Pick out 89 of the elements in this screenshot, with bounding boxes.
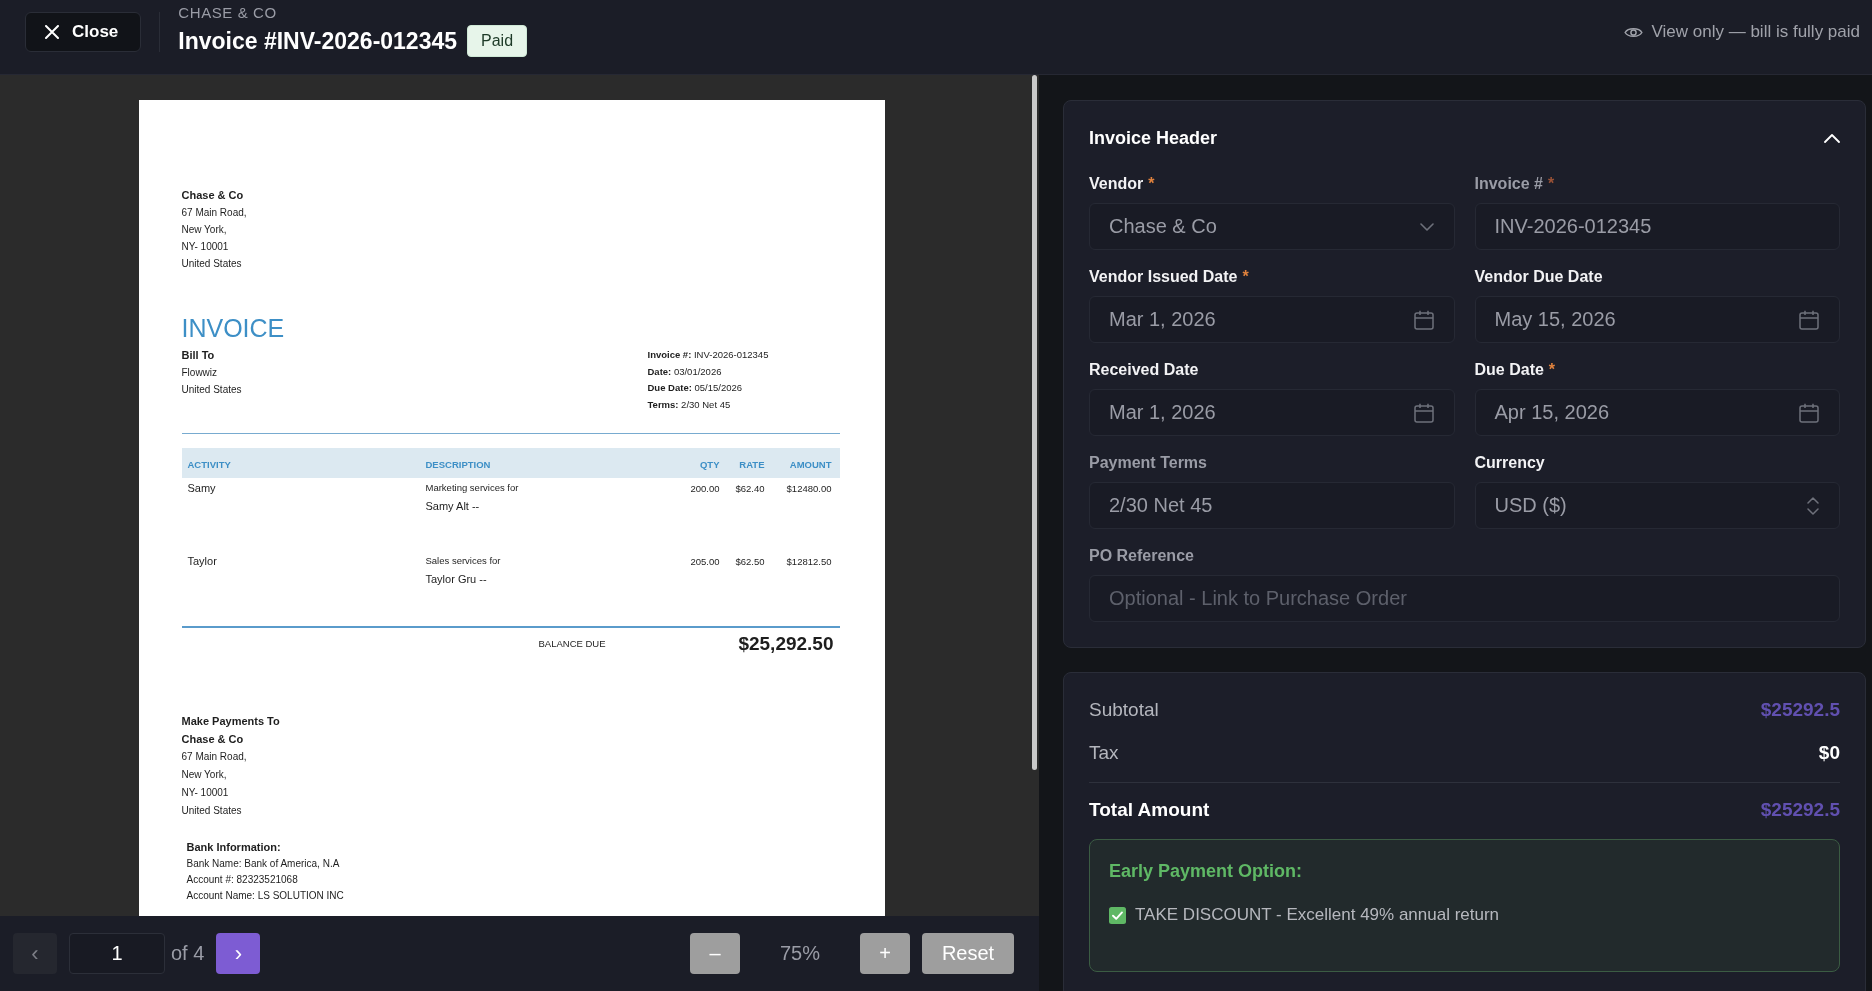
field-label: Payment Terms: [1089, 454, 1207, 472]
field-label: Currency: [1474, 454, 1545, 472]
remit-to-heading: Make Payments To: [181, 713, 280, 729]
scrollbar-thumb[interactable]: [1032, 75, 1037, 770]
table-cell: $62.50: [735, 556, 765, 568]
sender-address-line: 67 Main Road,: [181, 206, 247, 220]
column-header: DESCRIPTION: [425, 459, 491, 471]
date-field[interactable]: Mar 1, 2026: [1089, 296, 1455, 343]
field-label: Vendor Due Date: [1474, 268, 1603, 286]
total-amount: $25292.5: [1760, 799, 1840, 821]
table-cell-text: Taylor Gru --: [425, 572, 487, 588]
remit-to-address-line: New York,: [181, 767, 227, 782]
invoice-detail-line: Due Date: 05/15/2026: [647, 381, 743, 396]
summary-label: Tax: [1089, 742, 1119, 764]
sender-address-line: New York,: [181, 223, 227, 237]
required-mark: *: [1242, 268, 1249, 286]
table-cell: Samy: [187, 482, 216, 495]
table-cell-text: Marketing services for: [425, 481, 519, 496]
summary-label: Subtotal: [1089, 699, 1159, 721]
column-header: ACTIVITY: [187, 459, 231, 471]
calendar-icon[interactable]: [1799, 309, 1819, 330]
column-header: QTY: [699, 459, 720, 471]
remit-to-address-line: United States: [181, 803, 242, 818]
table-cell: $62.40: [735, 483, 765, 495]
table-cell: $12812.50: [786, 556, 832, 568]
section-title: Invoice Header: [1089, 127, 1218, 149]
date-field[interactable]: May 15, 2026: [1474, 296, 1840, 343]
next-page-button[interactable]: ›: [216, 933, 261, 974]
vendor-caption: CHASE & CO: [178, 3, 277, 23]
page-count-text: of 4: [171, 942, 205, 965]
summary-amount: $25292.5: [1760, 699, 1840, 721]
status-badge: Paid: [467, 24, 528, 57]
close-icon: [45, 25, 59, 39]
bank-info-line: Account #: 82323521068: [186, 872, 298, 887]
date-field[interactable]: Mar 1, 2026: [1089, 389, 1455, 436]
column-header: AMOUNT: [789, 459, 832, 471]
total-label: Total Amount: [1089, 799, 1210, 821]
bank-info-line: Account Name: LS SOLUTION INC: [186, 888, 344, 903]
bank-info-heading: Bank Information:: [186, 839, 281, 855]
invoice-title: Invoice #INV-2026-012345: [178, 26, 458, 55]
eye-icon: [1623, 25, 1643, 39]
calendar-icon[interactable]: [1413, 402, 1434, 423]
table-cell: 200.00: [690, 483, 720, 495]
zoom-level-text: 75%: [780, 942, 820, 964]
document-title: INVOICE: [181, 313, 285, 343]
field-label: Vendor Issued Date: [1089, 268, 1238, 286]
early-payment-title: Early Payment Option:: [1109, 860, 1303, 882]
field-label: Received Date: [1089, 361, 1199, 379]
discount-option-label: TAKE DISCOUNT - Excellent 49% annual return: [1135, 905, 1500, 925]
vendor-dropdown[interactable]: Chase & Co: [1089, 203, 1455, 250]
remit-to-address-line: 67 Main Road,: [181, 749, 247, 764]
close-button[interactable]: Close: [25, 12, 142, 52]
table-cell: 205.00: [690, 556, 720, 568]
field-label: Invoice #: [1474, 175, 1543, 193]
summary-amount: $0: [1818, 742, 1840, 764]
select-field[interactable]: USD ($): [1474, 482, 1840, 529]
balance-due-label: BALANCE DUE: [538, 638, 606, 650]
bill-to-line: United States: [181, 383, 242, 397]
field-label: Due Date: [1474, 361, 1544, 379]
required-mark: *: [1548, 361, 1556, 379]
bill-to-heading: Bill To: [181, 348, 215, 363]
remit-to-address-line: NY- 10001: [181, 785, 229, 800]
sender-address-line: NY- 10001: [181, 240, 229, 254]
column-header: RATE: [739, 459, 765, 471]
chevron-down-icon[interactable]: [1419, 222, 1434, 231]
up-down-chevron-icon[interactable]: [1807, 496, 1819, 515]
invoice-detail-line: Invoice #: INV-2026-012345: [647, 348, 769, 362]
view-only-notice: View only — bill is fully paid: [1651, 22, 1860, 42]
sender-name: Chase & Co: [181, 188, 244, 203]
chevron-up-icon[interactable]: [1824, 133, 1840, 143]
invoice-detail-line: Terms: 2/30 Net 45: [647, 398, 731, 413]
table-cell-text: Sales services for: [425, 554, 501, 569]
table-cell: Taylor: [187, 555, 217, 568]
table-cell-text: Samy Alt --: [425, 499, 480, 515]
checkbox-icon[interactable]: [1109, 906, 1126, 924]
calendar-icon[interactable]: [1799, 402, 1819, 423]
required-mark: *: [1548, 175, 1555, 193]
page-number-field[interactable]: 1: [69, 933, 165, 974]
bill-to-line: Flowwiz: [181, 366, 218, 380]
invoice-detail-line: Date: 03/01/2026: [647, 364, 722, 379]
date-field[interactable]: Apr 15, 2026: [1474, 389, 1840, 436]
calendar-icon[interactable]: [1413, 309, 1434, 330]
table-cell: $12480.00: [786, 483, 832, 495]
bank-info-line: Bank Name: Bank of America, N.A: [186, 856, 340, 871]
remit-to-name: Chase & Co: [181, 731, 244, 747]
sender-address-line: United States: [181, 257, 242, 271]
required-mark: *: [1148, 175, 1155, 193]
balance-due-amount: $25,292.50: [738, 632, 834, 655]
field-label: Vendor: [1089, 175, 1144, 193]
